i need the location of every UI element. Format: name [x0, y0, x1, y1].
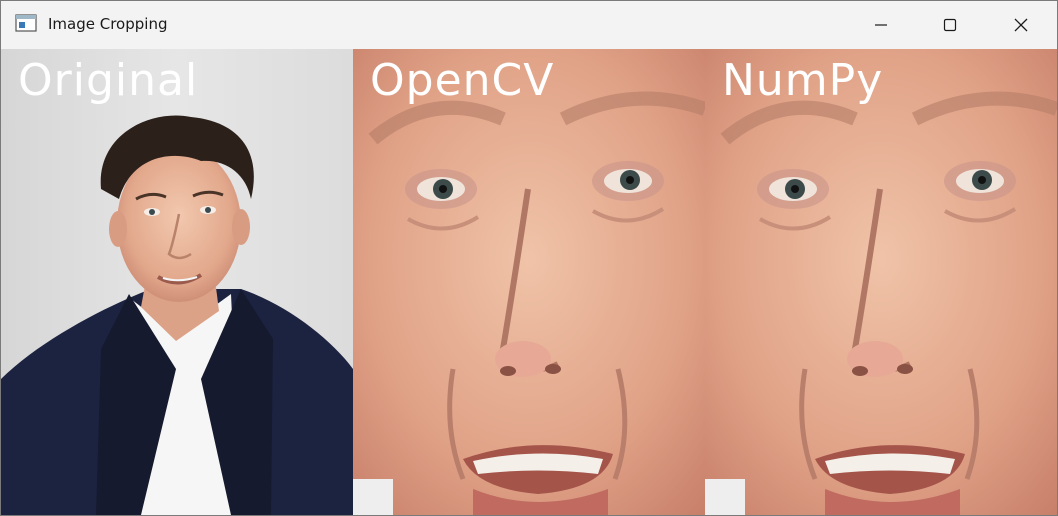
image-canvas: Original OpenCV NumPy [1, 49, 1057, 515]
minimize-button[interactable] [846, 1, 916, 49]
panel-label-opencv: OpenCV [370, 55, 555, 106]
minimize-icon [875, 24, 887, 26]
panel-label-numpy: NumPy [722, 55, 884, 106]
title-bar[interactable]: Image Cropping [1, 1, 1057, 49]
maximize-button[interactable] [915, 1, 985, 49]
original-image-panel: Original [1, 49, 353, 515]
window-title: Image Cropping [48, 15, 168, 33]
app-window: Image Cropping Original OpenCV NumPy [0, 0, 1058, 516]
opencv-crop-panel: OpenCV [353, 49, 705, 515]
maximize-icon [943, 18, 957, 32]
close-button[interactable] [986, 1, 1056, 49]
close-icon [1014, 18, 1028, 32]
face-crop-photo [705, 49, 1057, 515]
numpy-crop-panel: NumPy [705, 49, 1057, 515]
face-crop-photo [353, 49, 705, 515]
app-window-icon [15, 14, 37, 32]
panel-label-original: Original [18, 55, 199, 106]
portrait-photo [1, 49, 353, 515]
